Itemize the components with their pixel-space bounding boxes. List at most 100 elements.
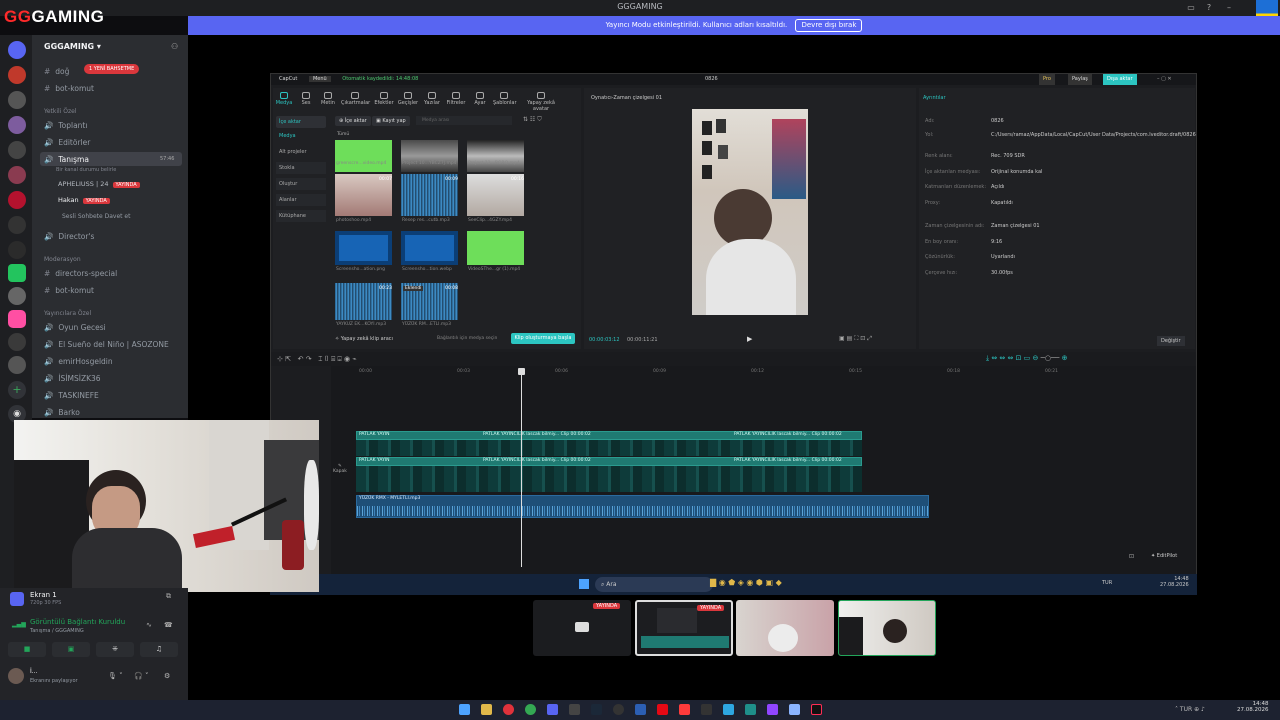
app-icon[interactable] [679,704,690,715]
twitch-icon[interactable] [767,704,778,715]
server-icon[interactable] [8,66,26,84]
media-thumb[interactable] [335,140,392,172]
capcut-icon[interactable] [569,704,580,715]
server-icon[interactable] [8,241,26,259]
server-icon[interactable] [8,356,26,374]
timeline-right-tools[interactable]: ⤓ ⇔ ⇔ ⇔ ⊡ ▭ ⊖ ─○── ⊕ [986,354,1067,363]
voice-status[interactable]: Görüntülü Bağlantı Kuruldu [30,618,125,626]
player-tools-icon[interactable]: ▣ ▤ ⛶ ⊡ ⤢ [839,335,872,343]
stream-thumb[interactable]: YAYINDA [635,600,733,656]
video-preview[interactable] [692,109,808,315]
tool-stickers[interactable]: Çıkartmalar [341,92,370,106]
capcut-menu[interactable]: Menü [308,76,331,82]
playhead-handle[interactable] [518,368,525,375]
screen-share-button[interactable]: ▣ [52,642,90,657]
soundboard-button[interactable]: ♫ [140,642,178,657]
settings-icon[interactable]: ⚙ [164,672,170,680]
channel-bot-komut[interactable]: # bot-komut [44,84,94,93]
clock[interactable]: 14:48 27.08.2026 [1237,701,1269,713]
tool-audio[interactable]: Ses [295,92,317,106]
pro-button[interactable]: Pro [1039,74,1055,85]
popout-icon[interactable]: ⧉ [166,592,171,601]
media-search-input[interactable]: Medya arası [416,116,512,125]
avatar[interactable] [8,668,24,684]
server-icon[interactable] [8,287,26,305]
opera-icon[interactable] [503,704,514,715]
server-name[interactable]: GGGAMING ▾ [44,42,101,51]
playhead[interactable] [521,371,522,567]
mention-badge[interactable]: 1 YENİ BAHSETME [84,64,140,74]
voice-channel[interactable]: Tanışma / GGGAMING [30,628,84,634]
server-icon[interactable] [8,310,26,328]
server-icon[interactable] [8,191,26,209]
media-thumb[interactable] [401,231,458,265]
media-thumb[interactable] [335,231,392,265]
camera-button[interactable]: ■ [8,642,46,657]
record-button[interactable]: ▣ Kayıt yap [372,116,410,126]
invite-to-voice[interactable]: Sesli Sohbete Davet et [62,213,130,220]
app-icon[interactable] [789,704,800,715]
channel-directors[interactable]: 🔊 Director's [44,232,94,241]
channel-taskinefe[interactable]: 🔊 TASKINEFE [44,391,99,400]
channel-editorler[interactable]: 🔊 Editörler [44,138,90,147]
tool-filters[interactable]: Filtreler [445,92,467,106]
activity-button[interactable]: ⁜ [96,642,134,657]
channel-oyun-gecesi[interactable]: 🔊 Oyun Gecesi [44,323,106,332]
tool-text[interactable]: Metin [317,92,339,106]
export-button[interactable]: Dışa aktar [1103,74,1137,85]
server-icon[interactable] [8,141,26,159]
category-private[interactable]: Yetkili Özel [44,108,77,115]
help-icon[interactable]: ? [1204,3,1214,13]
create-clip-button[interactable]: Klip oluşturmaya başla [511,333,575,344]
audio-clip[interactable] [356,495,929,518]
channel-tanisma[interactable]: 🔊 Tanışma [44,155,89,164]
add-server-icon[interactable]: + [8,381,26,399]
editpilot-button[interactable]: ✦ EditPilot [1151,553,1177,559]
minimize-button[interactable]: – [1224,3,1234,13]
add-member-icon[interactable]: ⚇ [171,42,178,51]
side-import[interactable]: İçe aktar [276,116,326,128]
side-create[interactable]: Oluştur [276,178,326,190]
play-icon[interactable]: ▶ [747,335,752,343]
sort-icon[interactable]: ⇅ ☷ ⛉ [523,116,542,124]
category-streamers[interactable]: Yayıncılara Özel [44,310,91,317]
channel-directors-special[interactable]: # directors-special [44,269,117,278]
tool-captions[interactable]: Yazılar [421,92,443,106]
discord-icon[interactable] [547,704,558,715]
server-icon[interactable] [8,116,26,134]
server-icon[interactable] [8,41,26,59]
mic-icon[interactable]: 🎙 ˅ [108,672,123,680]
server-icon[interactable] [8,216,26,234]
start-icon[interactable] [459,704,470,715]
tool-media[interactable]: Medya [273,92,295,106]
channel-el-sueno[interactable]: 🔊 El Sueño del Niño | ASOZONE [44,340,169,349]
share-button[interactable]: Paylaş [1068,74,1092,85]
app-icon[interactable] [745,704,756,715]
tool-effects[interactable]: Efektler [373,92,395,106]
user-name[interactable]: İ... [30,668,38,675]
voice-user[interactable]: APHELIUSS | 24 YAYINDA [58,180,140,188]
noise-icon[interactable]: ∿ [146,621,152,629]
stream-thumb[interactable] [736,600,834,656]
all-filter[interactable]: Tümü [337,132,349,137]
server-icon[interactable] [8,166,26,184]
channel-dog[interactable]: # doğ [44,67,69,76]
voice-user[interactable]: Hakan YAYINDA [58,196,110,204]
inbox-icon[interactable]: ▭ [1186,3,1196,13]
side-library[interactable]: Kütüphane [276,210,326,222]
disable-streamer-mode-button[interactable]: Devre dışı bırak [795,19,863,32]
tool-templates[interactable]: Şablonlar [493,92,517,106]
explorer-icon[interactable] [481,704,492,715]
steam-icon[interactable] [591,704,602,715]
channel-bot-komut-2[interactable]: # bot-komut [44,286,94,295]
kick-server-icon[interactable] [8,264,26,282]
window-controls[interactable]: – ▢ ✕ [1157,74,1172,85]
channel-toplanti[interactable]: 🔊 Toplantı [44,121,87,130]
side-spaces[interactable]: Alanlar [276,194,326,206]
fit-icon[interactable]: ⊡ [1129,553,1137,561]
stream-thumb[interactable]: YAYINDA [533,600,631,656]
tray-icons[interactable]: ˄ TUR ⊕ ♪ [1175,706,1205,713]
media-thumb[interactable] [401,140,458,172]
app-icon[interactable] [723,704,734,715]
ai-clip-tool[interactable]: ✧ Yapay zekâ klip aracı [335,336,393,342]
